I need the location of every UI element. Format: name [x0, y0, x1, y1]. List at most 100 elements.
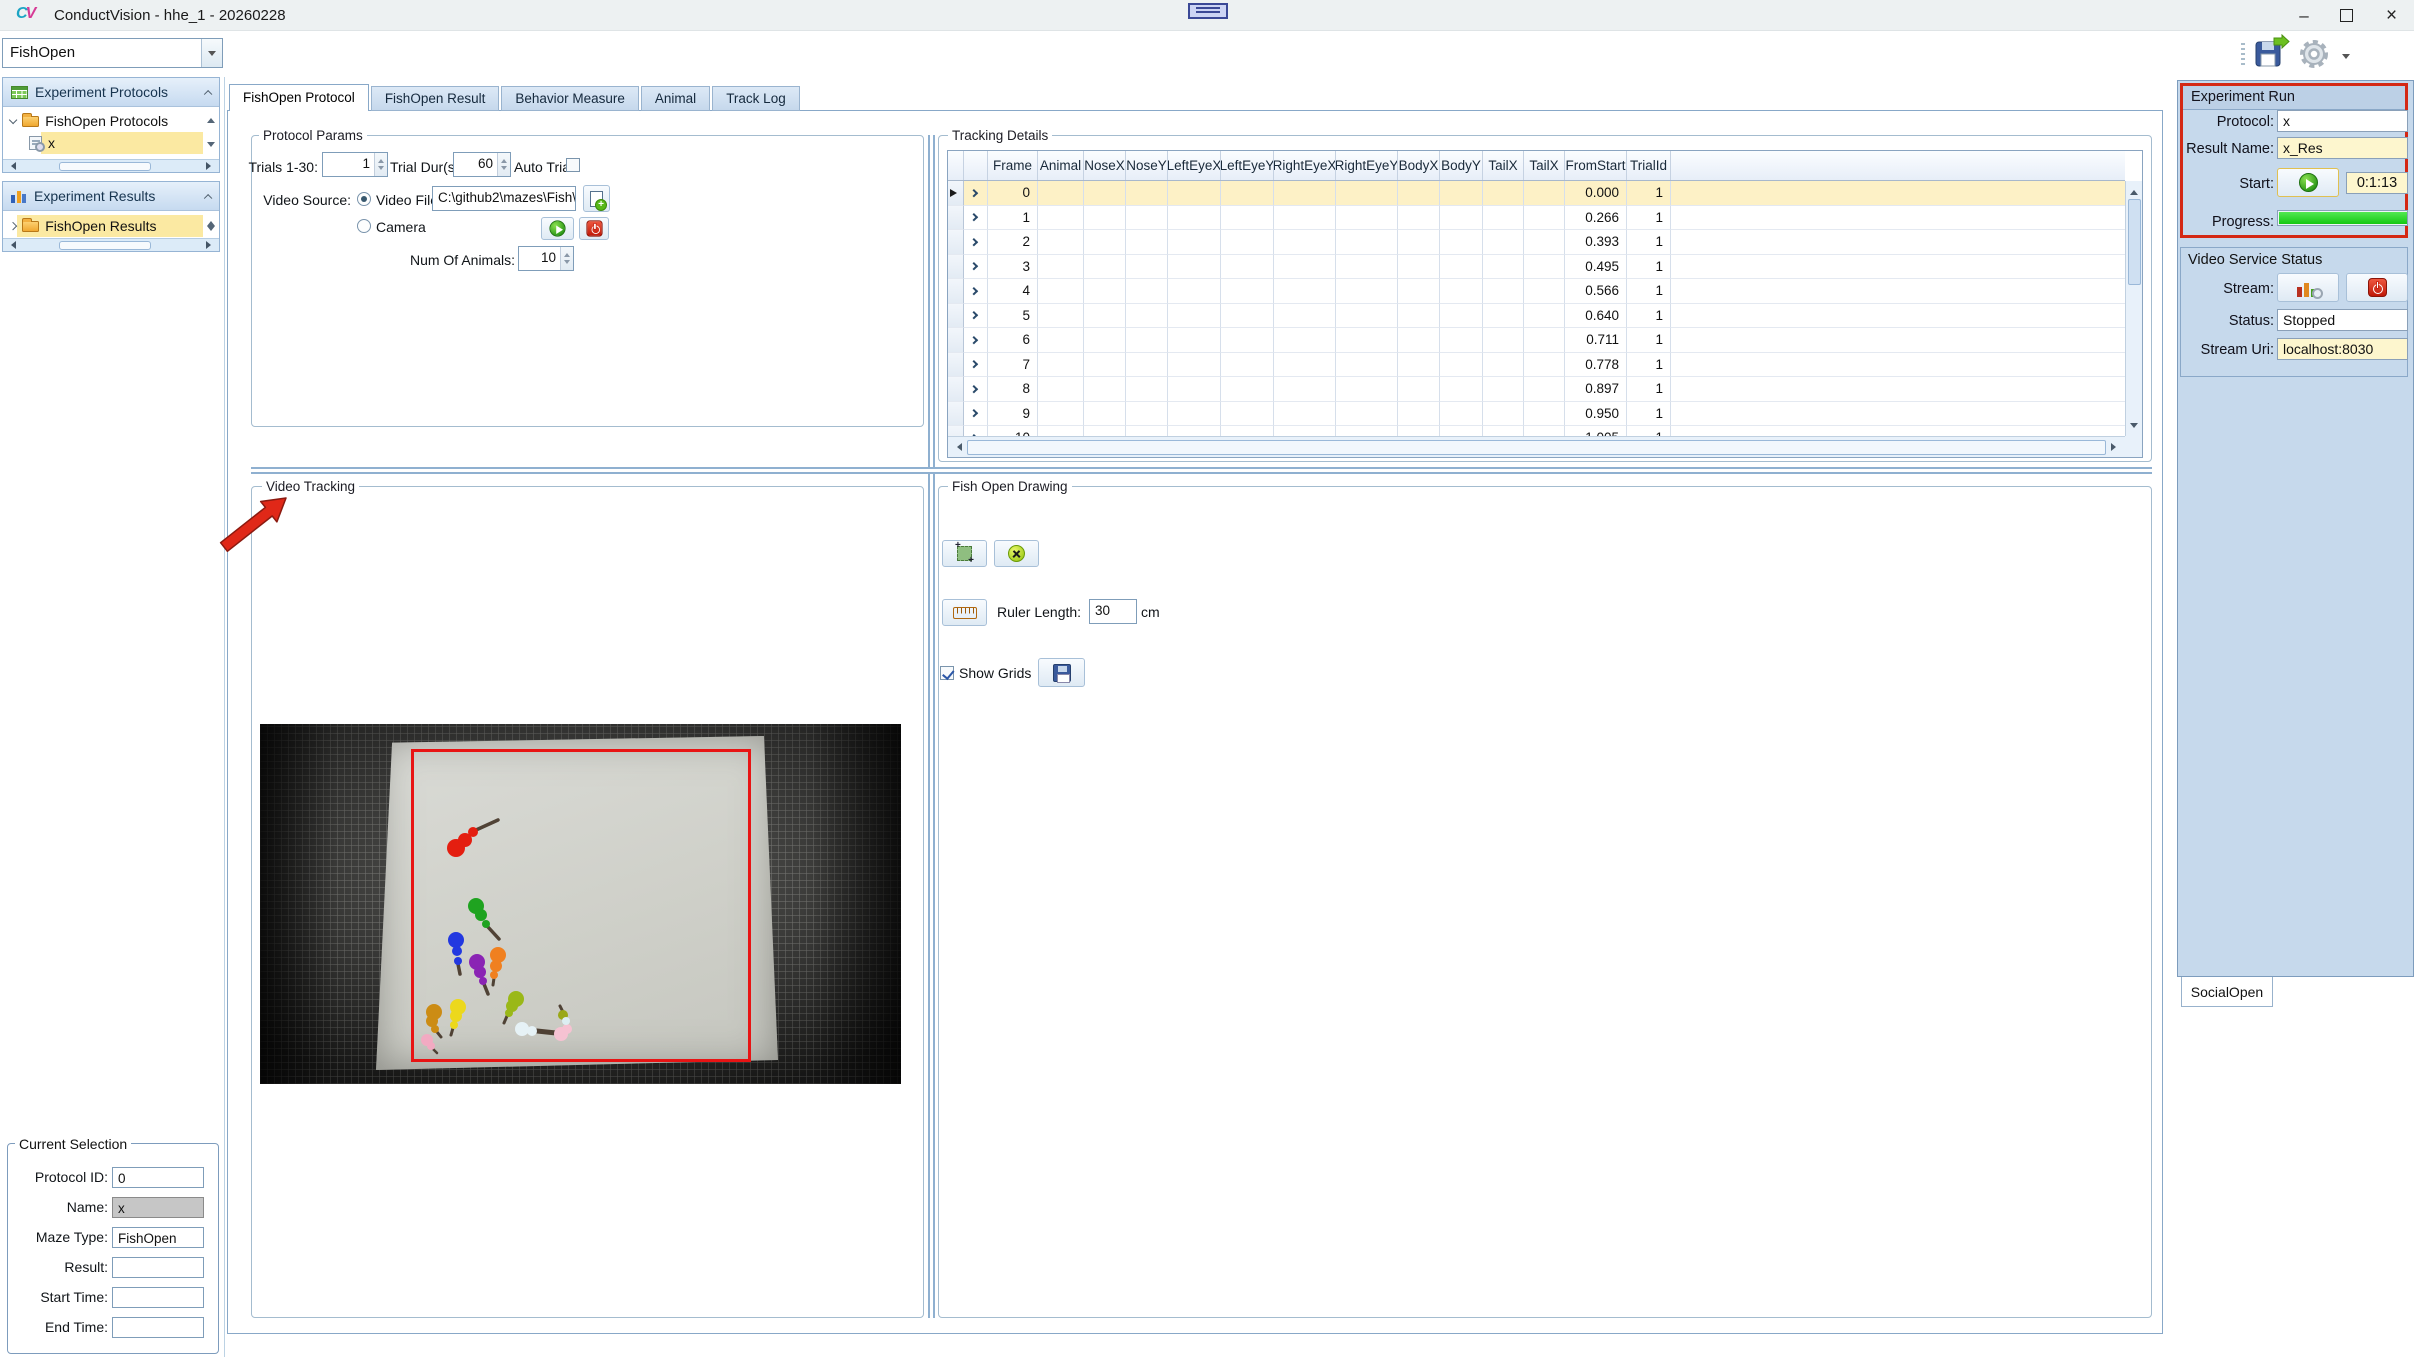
grid-cell[interactable] — [1524, 279, 1565, 304]
scroll-right-icon[interactable] — [206, 162, 215, 170]
grid-column-header[interactable]: Frame — [988, 151, 1038, 180]
grid-cell[interactable] — [1440, 402, 1483, 427]
scroll-right-icon[interactable] — [2111, 443, 2120, 451]
scroll-left-icon[interactable] — [7, 241, 16, 249]
grid-cell[interactable]: 1 — [1627, 206, 1671, 231]
grid-cell[interactable] — [1440, 353, 1483, 378]
grid-cell[interactable]: 1 — [1627, 181, 1671, 206]
grid-cell[interactable] — [1084, 230, 1126, 255]
trial-dur-spinner[interactable]: 60 — [453, 152, 511, 177]
grid-cell[interactable]: 1 — [1627, 377, 1671, 402]
grid-cell[interactable] — [1221, 377, 1274, 402]
grid-cell[interactable] — [1274, 304, 1336, 329]
grid-cell[interactable]: 1 — [1627, 230, 1671, 255]
row-selector-cell[interactable] — [948, 377, 964, 402]
selection-row-field[interactable] — [112, 1287, 204, 1308]
grid-cell[interactable] — [1398, 353, 1440, 378]
grid-column-header[interactable]: RightEyeX — [1274, 151, 1336, 180]
grid-cell[interactable] — [1084, 206, 1126, 231]
grid-cell[interactable] — [1483, 181, 1524, 206]
grid-cell[interactable] — [1168, 181, 1221, 206]
grid-cell[interactable]: 1 — [1627, 255, 1671, 280]
grid-column-header[interactable]: BodyX — [1398, 151, 1440, 180]
grid-cell[interactable]: 5 — [988, 304, 1038, 329]
selection-row-field[interactable] — [112, 1317, 204, 1338]
browse-file-button[interactable] — [583, 185, 610, 212]
expander-right-icon[interactable] — [970, 237, 979, 246]
selection-row-field[interactable] — [112, 1257, 204, 1278]
grid-cell[interactable] — [1126, 206, 1168, 231]
grid-cell[interactable] — [1221, 206, 1274, 231]
spinner-buttons[interactable] — [374, 153, 387, 176]
grid-cell[interactable]: 7 — [988, 353, 1038, 378]
grid-column-header[interactable]: RightEyeY — [1336, 151, 1398, 180]
spinner-buttons[interactable] — [497, 153, 510, 176]
grid-cell[interactable] — [1038, 377, 1084, 402]
table-row[interactable]: 70.7781 — [948, 353, 2125, 378]
delete-region-button[interactable] — [994, 540, 1039, 567]
table-row[interactable]: 50.6401 — [948, 304, 2125, 329]
grid-cell[interactable] — [1524, 255, 1565, 280]
add-region-button[interactable] — [942, 540, 987, 567]
results-panel-header[interactable]: Experiment Results — [3, 182, 219, 211]
scroll-left-icon[interactable] — [7, 162, 16, 170]
protocols-panel-header[interactable]: Experiment Protocols — [3, 78, 219, 107]
grid-cell[interactable] — [1274, 255, 1336, 280]
grid-cell[interactable] — [1038, 304, 1084, 329]
table-row[interactable]: 80.8971 — [948, 377, 2125, 402]
collapse-chevron-icon[interactable] — [204, 194, 213, 203]
scrollbar-thumb[interactable] — [59, 162, 151, 171]
grid-cell[interactable] — [1084, 402, 1126, 427]
grid-cell[interactable] — [1440, 377, 1483, 402]
table-row[interactable]: 10.2661 — [948, 206, 2125, 231]
expander-right-icon[interactable] — [970, 335, 979, 344]
minimize-button[interactable]: – — [2283, 0, 2325, 31]
grid-cell[interactable] — [1168, 255, 1221, 280]
grid-cell[interactable] — [1398, 377, 1440, 402]
toolbar-dropdown-icon[interactable] — [2342, 54, 2350, 63]
table-row[interactable]: 30.4951 — [948, 255, 2125, 280]
horizontal-scrollbar[interactable] — [3, 159, 219, 172]
tracking-details-grid[interactable]: FrameAnimalNoseXNoseYLeftEyeXLeftEyeYRig… — [947, 150, 2143, 458]
table-row[interactable]: 101.0051 — [948, 426, 2125, 436]
start-experiment-button[interactable] — [2277, 168, 2339, 197]
grid-cell[interactable] — [1126, 353, 1168, 378]
grid-cell[interactable] — [1398, 255, 1440, 280]
grid-cell[interactable] — [1440, 230, 1483, 255]
video-tracking-view[interactable] — [260, 724, 901, 1084]
row-selector-cell[interactable] — [948, 426, 964, 436]
scroll-down-icon[interactable] — [207, 142, 215, 151]
grid-column-header[interactable]: TrialId — [1627, 151, 1671, 180]
grid-cell[interactable] — [1398, 279, 1440, 304]
tab-track-log[interactable]: Track Log — [712, 86, 800, 111]
grid-cell[interactable] — [1168, 377, 1221, 402]
stream-uri-field[interactable]: localhost:8030 — [2277, 338, 2408, 360]
scroll-up-icon[interactable] — [2126, 182, 2142, 198]
video-play-button[interactable] — [541, 217, 574, 240]
dock-indicator-icon[interactable] — [1188, 3, 1228, 19]
grid-cell[interactable] — [1126, 255, 1168, 280]
grid-cell[interactable] — [1168, 426, 1221, 436]
selection-row-field[interactable]: x — [112, 1197, 204, 1218]
grid-cell[interactable] — [1440, 255, 1483, 280]
grid-cell[interactable]: 0.566 — [1565, 279, 1627, 304]
grid-column-header[interactable]: LeftEyeX — [1168, 151, 1221, 180]
trials-spinner[interactable]: 1 — [322, 152, 388, 177]
grid-cell[interactable] — [1336, 255, 1398, 280]
horizontal-scrollbar[interactable] — [3, 238, 219, 251]
grid-cell[interactable] — [1440, 181, 1483, 206]
scrollbar-thumb[interactable] — [967, 440, 2106, 455]
grid-cell[interactable] — [1440, 304, 1483, 329]
grid-cell[interactable]: 1 — [1627, 402, 1671, 427]
grid-cell[interactable]: 0.640 — [1565, 304, 1627, 329]
grid-cell[interactable] — [1221, 304, 1274, 329]
grid-cell[interactable] — [1483, 230, 1524, 255]
camera-radio[interactable] — [357, 219, 371, 233]
grid-cell[interactable] — [1274, 279, 1336, 304]
row-selector-cell[interactable] — [948, 328, 964, 353]
row-selector-cell[interactable] — [948, 255, 964, 280]
grid-vertical-scrollbar[interactable] — [2125, 181, 2142, 436]
grid-cell[interactable] — [1084, 255, 1126, 280]
grid-cell[interactable] — [1398, 304, 1440, 329]
table-row[interactable]: 90.9501 — [948, 402, 2125, 427]
